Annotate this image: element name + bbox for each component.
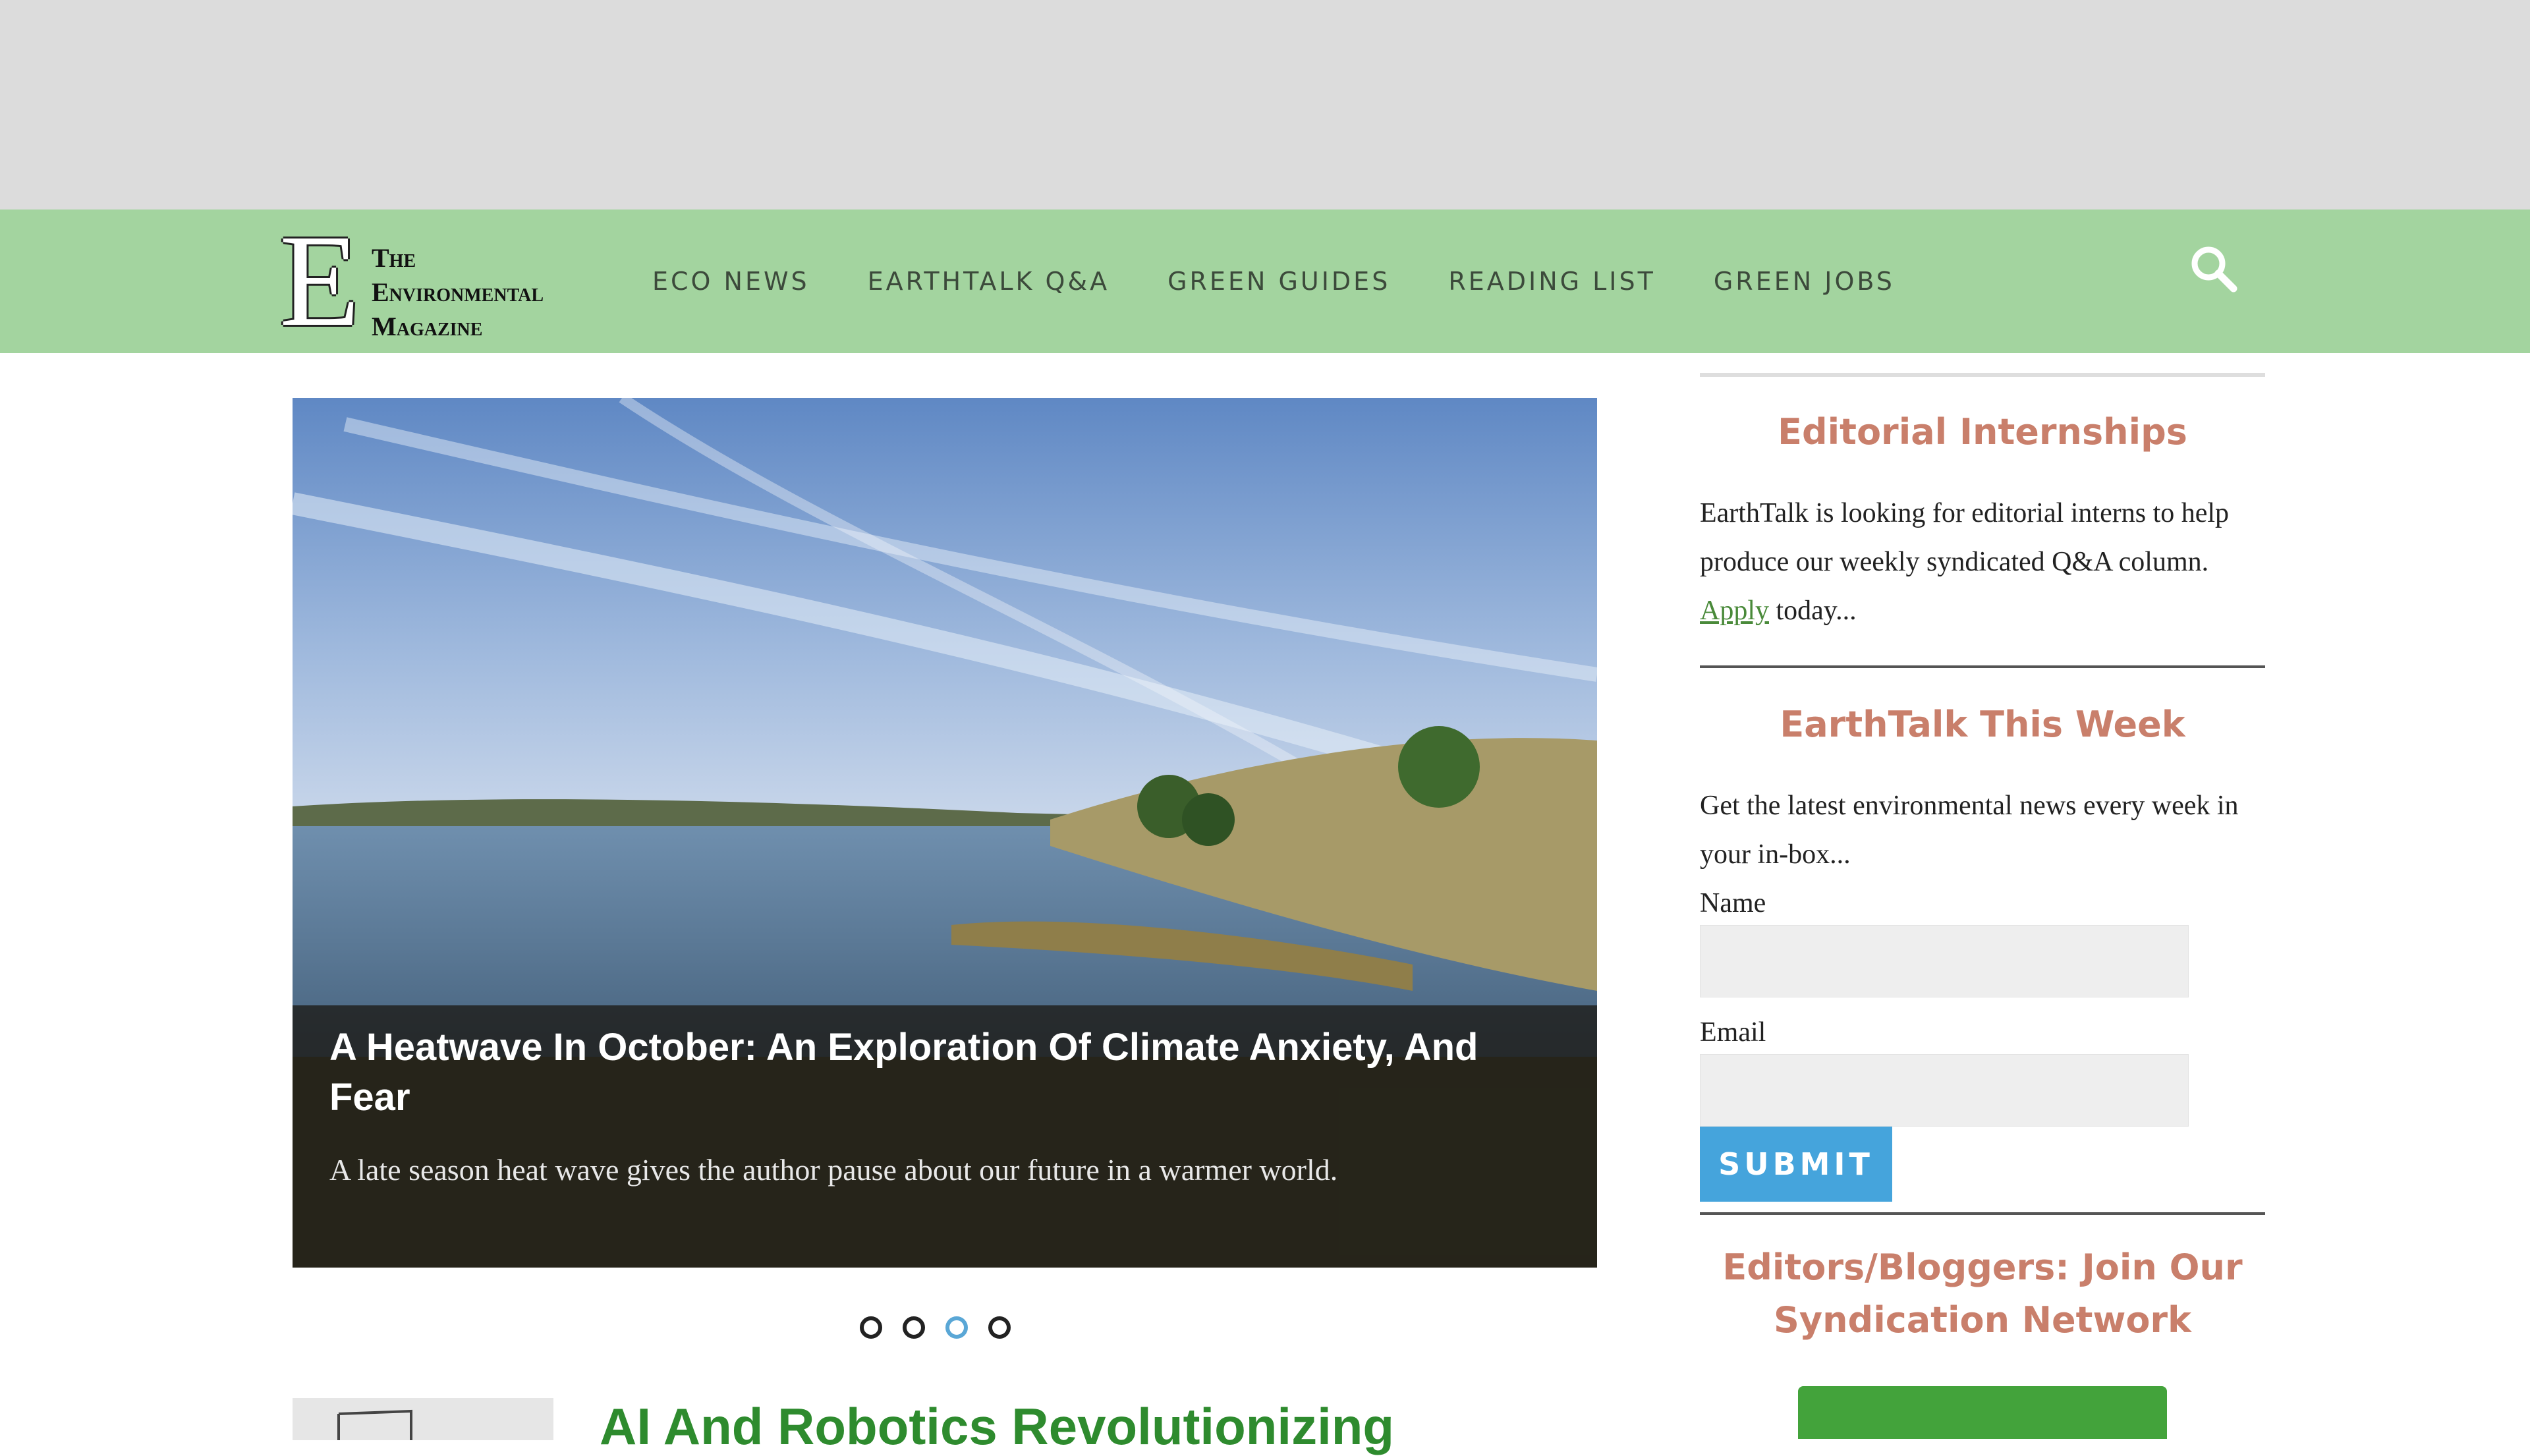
thumbnail-image [337, 1409, 412, 1440]
internships-text: EarthTalk is looking for editorial inter… [1700, 489, 2265, 635]
nav-links: ECO NEWS EARTHTALK Q&A GREEN GUIDES READ… [652, 210, 1953, 353]
sidebar: Editorial Internships EarthTalk is looki… [1700, 373, 2265, 1439]
slide-title[interactable]: A Heatwave In October: An Exploration Of… [329, 1022, 1560, 1123]
main-navigation: E The Environmental Magazine ECO NEWS EA… [0, 210, 2530, 353]
nav-link-green-jobs[interactable]: GREEN JOBS [1714, 267, 1895, 296]
apply-link[interactable]: Apply [1700, 596, 1769, 626]
slider-dot-4[interactable] [988, 1316, 1011, 1339]
newsletter-text: Get the latest environmental news every … [1700, 791, 2239, 870]
logo-wordmark: The Environmental Magazine [372, 241, 544, 344]
syndication-button[interactable] [1798, 1386, 2167, 1439]
article-title[interactable]: AI And Robotics Revolutionizing [600, 1397, 1394, 1456]
sidebar-divider [1700, 1212, 2265, 1215]
newsletter-title: EarthTalk This Week [1780, 704, 2185, 745]
search-icon[interactable] [2187, 242, 2240, 295]
nav-link-reading-list[interactable]: READING LIST [1448, 267, 1656, 296]
email-input[interactable] [1700, 1054, 2189, 1127]
syndication-title: Editors/Bloggers: Join Our Syndication N… [1722, 1246, 2243, 1341]
internships-text-after: today... [1769, 596, 1857, 626]
nav-link-earthtalk-qa[interactable]: EARTHTALK Q&A [868, 267, 1110, 296]
article-thumbnail[interactable] [293, 1398, 553, 1440]
slider-pagination [860, 1316, 1031, 1339]
nav-link-green-guides[interactable]: GREEN GUIDES [1167, 267, 1390, 296]
slider-dot-3[interactable] [945, 1316, 968, 1339]
ad-banner-area [0, 0, 2530, 210]
logo-line-1: The [372, 243, 416, 273]
sidebar-divider [1700, 665, 2265, 668]
nav-link-eco-news[interactable]: ECO NEWS [652, 267, 810, 296]
site-logo[interactable]: E The Environmental Magazine [279, 208, 582, 354]
name-input[interactable] [1700, 925, 2189, 997]
email-label: Email [1700, 1017, 1766, 1048]
slider-dot-1[interactable] [860, 1316, 882, 1339]
logo-letter: E [279, 208, 360, 354]
submit-button[interactable]: SUBMIT [1700, 1127, 1892, 1202]
internships-text-before: EarthTalk is looking for editorial inter… [1700, 498, 2230, 577]
sidebar-divider [1700, 373, 2265, 377]
name-label: Name [1700, 888, 1766, 918]
slide-excerpt: A late season heat wave gives the author… [329, 1153, 1338, 1187]
logo-line-2: Environmental [372, 277, 544, 307]
slide-caption: A Heatwave In October: An Exploration Of… [293, 1005, 1597, 1268]
internships-title: Editorial Internships [1778, 411, 2187, 453]
logo-line-3: Magazine [372, 312, 483, 341]
slider-dot-2[interactable] [903, 1316, 925, 1339]
featured-slider[interactable]: A Heatwave In October: An Exploration Of… [293, 398, 1597, 1268]
